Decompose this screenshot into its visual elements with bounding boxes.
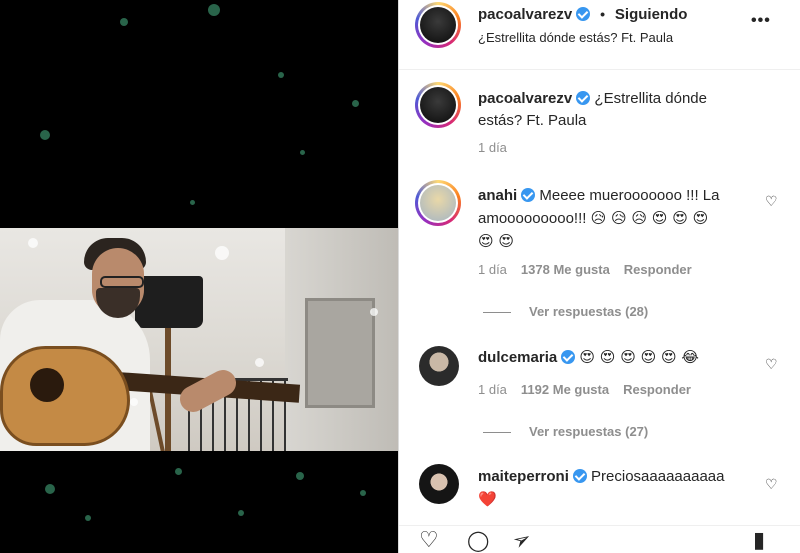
- comment-time: 1 día: [478, 382, 507, 397]
- comment-likes[interactable]: 1378 Me gusta: [521, 262, 610, 277]
- share-icon[interactable]: ➢: [508, 525, 536, 553]
- verified-icon: [521, 188, 536, 202]
- comment-meta: 1 día 1378 Me gusta Responder: [478, 262, 692, 277]
- sparkle: [215, 246, 229, 260]
- separator-dot: •: [600, 6, 606, 22]
- author-username[interactable]: pacoalvarezv: [478, 6, 572, 23]
- sparkle: [352, 100, 359, 107]
- view-replies-button[interactable]: Ver respuestas (27): [483, 424, 648, 439]
- sparkle: [300, 150, 305, 155]
- author-avatar[interactable]: [415, 2, 461, 48]
- sparkle: [28, 238, 38, 248]
- caption: pacoalvarezv ¿Estrellita dónde estás? Ft…: [478, 88, 738, 132]
- comment-text-line2: amooooooooo!!!: [478, 210, 587, 227]
- view-replies-button[interactable]: Ver respuestas (28): [483, 304, 648, 319]
- comment-dulcemaria: dulcemaria 😍 😍 😍 😍 😍 😂: [478, 346, 699, 369]
- comment-avatar-anahi[interactable]: [415, 180, 461, 226]
- sparkle: [190, 200, 195, 205]
- sparkle: [175, 468, 182, 475]
- sparkle: [40, 130, 50, 140]
- sparkle: [296, 472, 304, 480]
- like-icon[interactable]: ♡: [419, 528, 439, 553]
- comment-emojis-line3: 😍 😍: [478, 232, 515, 250]
- shelf: [305, 298, 375, 408]
- verified-icon: [576, 7, 591, 21]
- sparkle: [208, 4, 220, 16]
- comment-emojis: 😥 😥 😥 😍 😍 😍: [590, 209, 709, 227]
- save-icon[interactable]: ▮: [753, 528, 765, 553]
- sparkle: [278, 72, 284, 78]
- comment-emojis: 😍 😍 😍 😍 😍 😂: [579, 348, 699, 366]
- caption-time: 1 día: [478, 140, 507, 155]
- reply-button[interactable]: Responder: [624, 262, 692, 277]
- guitar-body: [0, 346, 130, 446]
- comment-icon[interactable]: ◯: [467, 528, 489, 552]
- sparkle: [120, 18, 128, 26]
- comment-text-line1: Meeee muerooooooo !!! La: [539, 187, 720, 204]
- verified-icon: [572, 469, 587, 483]
- sparkle: [255, 358, 264, 367]
- comment-username[interactable]: anahi: [478, 187, 517, 204]
- follow-status[interactable]: Siguiendo: [615, 6, 688, 23]
- sparkle: [360, 490, 366, 496]
- sparkle: [130, 398, 138, 406]
- comment-username[interactable]: maiteperroni: [478, 468, 569, 485]
- comment-meta: 1 día 1192 Me gusta Responder: [478, 382, 691, 397]
- caption-avatar[interactable]: [415, 82, 461, 128]
- comment-username[interactable]: dulcemaria: [478, 349, 557, 366]
- header-title-row: pacoalvarezv • Siguiendo: [478, 6, 687, 23]
- action-bar: ♡ ◯ ➢ ▮: [399, 525, 800, 553]
- more-options-icon[interactable]: •••: [751, 12, 771, 30]
- header-subtitle: ¿Estrellita dónde estás? Ft. Paula: [478, 30, 674, 45]
- comment-like-icon[interactable]: ♡: [765, 193, 778, 210]
- comment-avatar-dulcemaria[interactable]: [419, 346, 459, 386]
- comment-anahi: anahi Meeee muerooooooo !!! La amooooooo…: [478, 185, 758, 252]
- comment-like-icon[interactable]: ♡: [765, 356, 778, 373]
- caption-username[interactable]: pacoalvarezv: [478, 90, 572, 107]
- verified-icon: [561, 350, 576, 364]
- post-panel: pacoalvarezv • Siguiendo ¿Estrellita dón…: [398, 0, 800, 553]
- person-glasses: [100, 276, 144, 288]
- verified-icon: [576, 91, 591, 105]
- lamp-shade: [135, 276, 203, 328]
- post-media[interactable]: [0, 0, 398, 553]
- sparkle: [370, 308, 378, 316]
- video-frame[interactable]: [0, 228, 398, 451]
- sparkle: [45, 484, 55, 494]
- sparkle: [85, 515, 91, 521]
- comment-text: Preciosaaaaaaaaaa: [591, 468, 725, 485]
- comment-heart-emoji: ❤️: [478, 490, 497, 508]
- sparkle: [238, 510, 244, 516]
- comment-likes[interactable]: 1192 Me gusta: [521, 382, 609, 397]
- comment-like-icon[interactable]: ♡: [765, 476, 778, 493]
- comment-maiteperroni: maiteperroni Preciosaaaaaaaaaa: [478, 466, 724, 488]
- post-header: pacoalvarezv • Siguiendo ¿Estrellita dón…: [399, 0, 800, 70]
- reply-button[interactable]: Responder: [623, 382, 691, 397]
- comment-time: 1 día: [478, 262, 507, 277]
- comment-avatar-maiteperroni[interactable]: [419, 464, 459, 504]
- guitar-soundhole: [30, 368, 64, 402]
